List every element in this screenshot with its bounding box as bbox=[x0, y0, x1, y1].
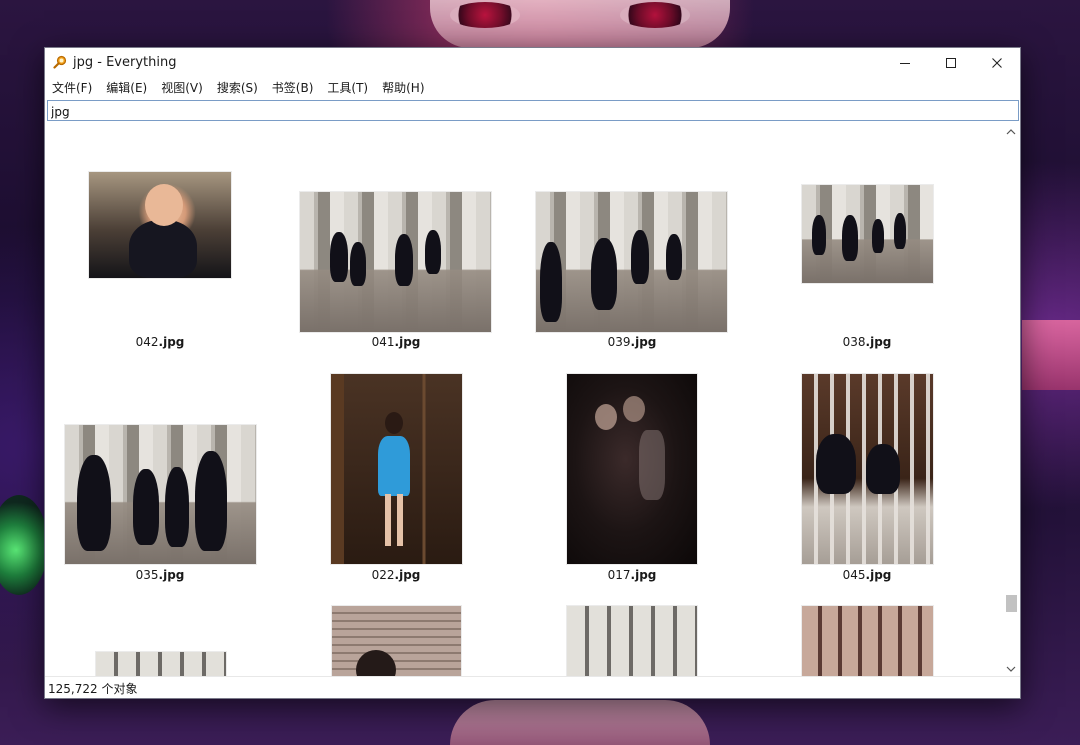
file-name: 017.jpg bbox=[607, 568, 657, 582]
thumbnail bbox=[89, 172, 231, 278]
chevron-up-icon bbox=[1006, 129, 1016, 135]
thumbnail bbox=[802, 374, 933, 564]
thumbnail bbox=[567, 374, 697, 564]
thumbnail bbox=[536, 192, 727, 332]
menu-edit[interactable]: 编辑(E) bbox=[99, 78, 154, 98]
window-title: jpg - Everything bbox=[73, 55, 177, 70]
object-count: 125,722 个对象 bbox=[48, 682, 138, 696]
thumbnail bbox=[300, 192, 491, 332]
scroll-thumb[interactable] bbox=[1006, 595, 1017, 612]
menu-tools[interactable]: 工具(T) bbox=[320, 78, 375, 98]
menu-search[interactable]: 搜索(S) bbox=[210, 78, 265, 98]
magnifier-icon bbox=[53, 55, 67, 69]
file-name: 038.jpg bbox=[842, 335, 892, 349]
search-box[interactable] bbox=[47, 100, 1019, 122]
wallpaper-eye bbox=[450, 2, 520, 28]
thumbnail bbox=[331, 374, 462, 564]
file-name: 035.jpg bbox=[135, 568, 185, 582]
scroll-up-button[interactable] bbox=[1003, 124, 1019, 140]
wallpaper-eye bbox=[620, 2, 690, 28]
status-bar: 125,722 个对象 bbox=[45, 676, 1020, 698]
menu-file[interactable]: 文件(F) bbox=[45, 78, 99, 98]
wallpaper-green-orb bbox=[0, 495, 48, 595]
close-icon bbox=[992, 58, 1002, 68]
file-name: 042.jpg bbox=[135, 335, 185, 349]
search-input[interactable] bbox=[48, 102, 1018, 122]
wallpaper-chin bbox=[450, 700, 710, 745]
menu-bar: 文件(F) 编辑(E) 视图(V) 搜索(S) 书签(B) 工具(T) 帮助(H… bbox=[45, 78, 1020, 98]
menu-view[interactable]: 视图(V) bbox=[154, 78, 210, 98]
file-name: 041.jpg bbox=[371, 335, 421, 349]
title-bar[interactable]: jpg - Everything bbox=[45, 48, 1020, 78]
everything-window: jpg - Everything 文件(F) 编辑(E) 视图(V) 搜索(S)… bbox=[44, 47, 1021, 699]
thumbnail bbox=[96, 652, 226, 677]
vertical-scrollbar[interactable] bbox=[1003, 124, 1019, 677]
file-name: 045.jpg bbox=[842, 568, 892, 582]
menu-bookmarks[interactable]: 书签(B) bbox=[265, 78, 321, 98]
menu-help[interactable]: 帮助(H) bbox=[375, 78, 431, 98]
thumbnail bbox=[332, 606, 461, 677]
file-name: 022.jpg bbox=[371, 568, 421, 582]
wallpaper-face bbox=[430, 0, 730, 48]
maximize-icon bbox=[946, 58, 956, 68]
thumbnail bbox=[802, 185, 933, 283]
maximize-button[interactable] bbox=[928, 48, 974, 78]
thumbnail bbox=[567, 606, 697, 677]
minimize-button[interactable] bbox=[882, 48, 928, 78]
scroll-down-button[interactable] bbox=[1003, 661, 1019, 677]
results-thumbnail-view[interactable]: 042.jpg 041.jpg 039.jpg 038.jpg 035.jpg … bbox=[46, 124, 1004, 677]
chevron-down-icon bbox=[1006, 666, 1016, 672]
close-button[interactable] bbox=[974, 48, 1020, 78]
file-name: 039.jpg bbox=[607, 335, 657, 349]
thumbnail bbox=[802, 606, 933, 677]
thumbnail bbox=[65, 425, 256, 564]
minimize-icon bbox=[900, 63, 910, 64]
wallpaper-accent bbox=[1022, 320, 1080, 390]
